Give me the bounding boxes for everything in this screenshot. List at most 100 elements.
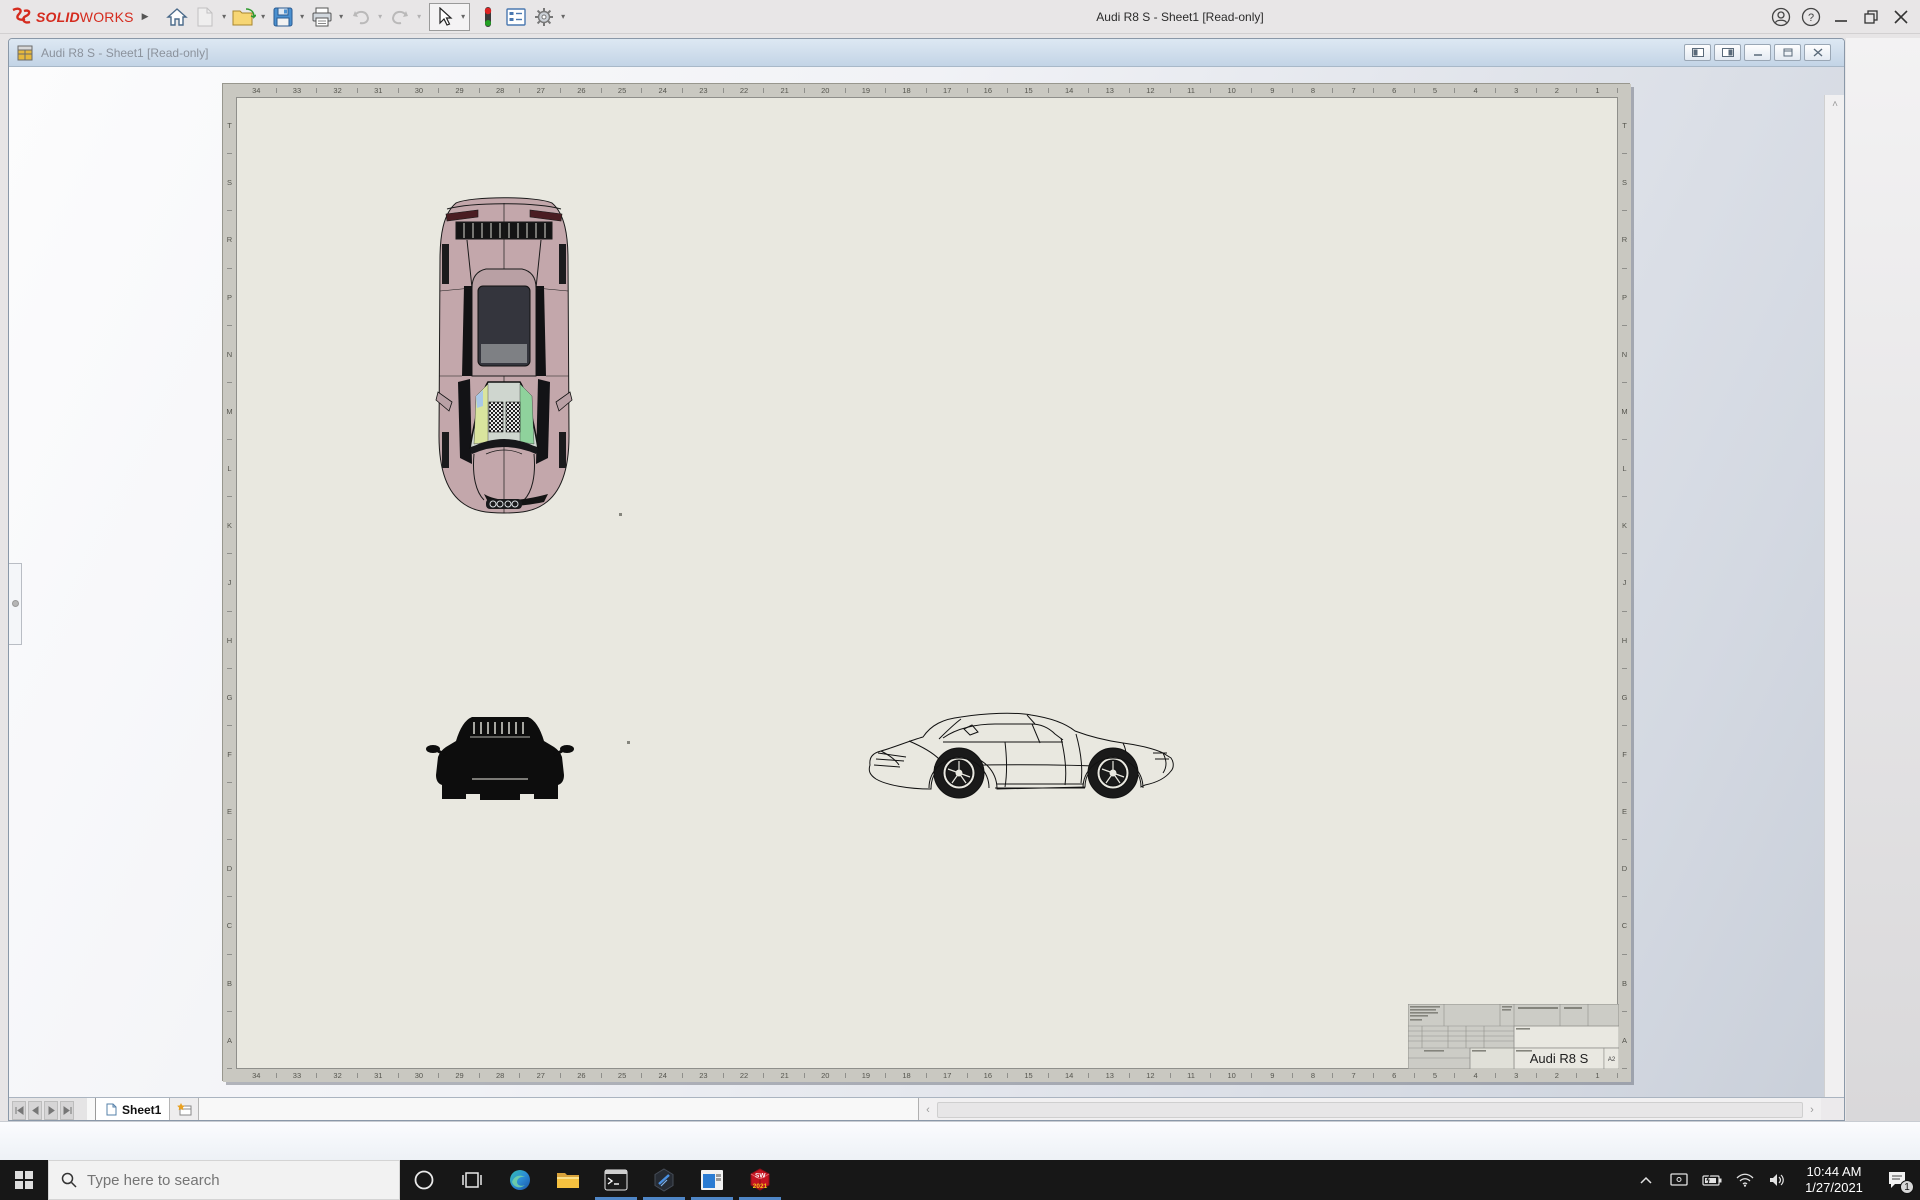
- doc-minimize-button[interactable]: [1744, 44, 1771, 61]
- zone-label: 21: [764, 1069, 805, 1082]
- tab-sheet1[interactable]: Sheet1: [95, 1098, 173, 1120]
- edge-browser-icon[interactable]: [496, 1160, 544, 1200]
- drawing-viewport[interactable]: 34 33 32 31 30 29 28 27 26 25 24 23 22 21 20 19 18 17 16 15…: [9, 67, 1844, 1120]
- drawing-sheet[interactable]: 34 33 32 31 30 29 28 27 26 25 24 23 22 21 20 19 18 17 16 15…: [222, 83, 1631, 1082]
- open-button[interactable]: [230, 2, 258, 32]
- solidworks-taskbar-icon[interactable]: SW 2021: [736, 1160, 784, 1200]
- zone-label: K: [223, 497, 236, 555]
- zone-label: 17: [926, 1069, 968, 1082]
- task-view-icon[interactable]: [448, 1160, 496, 1200]
- clock-date: 1/27/2021: [1805, 1180, 1863, 1195]
- brand-text: SOLIDWORKS: [36, 8, 134, 25]
- new-document-button[interactable]: [191, 2, 219, 32]
- scroll-up-arrow[interactable]: ˄: [1825, 99, 1844, 110]
- zone-corner: [1618, 84, 1631, 97]
- options-gear-button[interactable]: [530, 2, 558, 32]
- sheet-page-icon: [106, 1103, 117, 1116]
- new-document-dropdown[interactable]: ▾: [219, 2, 230, 32]
- tab-sheet1-label: Sheet1: [122, 1102, 162, 1117]
- doc-restore-button[interactable]: [1774, 44, 1801, 61]
- zone-label: 1: [1577, 1069, 1618, 1082]
- title-block[interactable]: Audi R8 S A2: [1408, 1004, 1619, 1069]
- doc-close-button[interactable]: [1804, 44, 1831, 61]
- redo-button[interactable]: [386, 2, 414, 32]
- open-dropdown[interactable]: ▾: [258, 2, 269, 32]
- drawing-view-side[interactable]: [864, 707, 1186, 801]
- drawing-view-front[interactable]: [426, 709, 574, 801]
- close-button[interactable]: [1886, 0, 1916, 34]
- sheet-nav-last[interactable]: [60, 1101, 74, 1120]
- traffic-light-icon-button[interactable]: [474, 2, 502, 32]
- taskbar-clock[interactable]: 10:44 AM 1/27/2021: [1794, 1164, 1874, 1196]
- zone-label: 8: [1292, 84, 1334, 97]
- vertical-scrollbar[interactable]: ˄ ˅: [1824, 95, 1844, 1120]
- add-sheet-tab[interactable]: [169, 1098, 199, 1120]
- home-button[interactable]: [163, 2, 191, 32]
- select-arrow-button[interactable]: [430, 2, 458, 32]
- zone-label: 11: [1170, 84, 1212, 97]
- toolbar-expand-arrow[interactable]: ▶: [142, 11, 149, 22]
- title-block-sheet-size: A2: [1608, 1057, 1616, 1063]
- command-prompt-icon[interactable]: [592, 1160, 640, 1200]
- zone-label: 6: [1373, 1069, 1415, 1082]
- sheet-nav-next[interactable]: [44, 1101, 58, 1120]
- panel-expand-knob[interactable]: [12, 600, 19, 607]
- zone-label: 24: [642, 84, 684, 97]
- status-bar: [0, 1121, 1920, 1160]
- restore-button[interactable]: [1856, 0, 1886, 34]
- notification-badge: 1: [1900, 1180, 1914, 1194]
- action-center-icon[interactable]: 1: [1874, 1160, 1920, 1200]
- battery-icon[interactable]: [1695, 1160, 1728, 1200]
- zone-label: 10: [1211, 84, 1253, 97]
- collapse-left-pane-button[interactable]: [1684, 44, 1711, 61]
- tray-chevron-icon[interactable]: [1629, 1160, 1662, 1200]
- zone-label: 11: [1170, 1069, 1212, 1082]
- zone-label: 16: [967, 1069, 1009, 1082]
- undo-dropdown[interactable]: ▾: [375, 2, 386, 32]
- collapse-right-pane-button[interactable]: [1714, 44, 1741, 61]
- zone-label: 7: [1333, 1069, 1374, 1082]
- drawing-view-top[interactable]: [423, 196, 585, 514]
- blue-window-app-icon[interactable]: [688, 1160, 736, 1200]
- undo-button[interactable]: [347, 2, 375, 32]
- redo-dropdown[interactable]: ▾: [414, 2, 425, 32]
- horizontal-scroll-thumb[interactable]: [937, 1102, 1803, 1118]
- zone-label: 28: [479, 1069, 521, 1082]
- print-dropdown[interactable]: ▾: [336, 2, 347, 32]
- file-explorer-icon[interactable]: [544, 1160, 592, 1200]
- zone-label: J: [1618, 554, 1631, 612]
- zone-label: 18: [886, 84, 927, 97]
- zone-label: F: [223, 725, 236, 784]
- scroll-left-arrow[interactable]: ‹: [919, 1104, 937, 1116]
- cast-screen-icon[interactable]: [1662, 1160, 1695, 1200]
- zone-label: 8: [1292, 1069, 1334, 1082]
- zone-label: L: [223, 440, 236, 498]
- help-icon[interactable]: ?: [1796, 0, 1826, 34]
- zone-label: 4: [1455, 1069, 1496, 1082]
- scroll-right-arrow[interactable]: ›: [1803, 1104, 1821, 1116]
- zone-strip-left: TSRPNMLKJHGFEDCBA: [223, 97, 236, 1069]
- zone-label: 20: [804, 1069, 846, 1082]
- zone-label: 9: [1252, 1069, 1293, 1082]
- print-button[interactable]: [308, 2, 336, 32]
- view-origin-marker: [619, 513, 622, 516]
- save-button[interactable]: [269, 2, 297, 32]
- options-dropdown[interactable]: ▾: [558, 2, 569, 32]
- cortana-icon[interactable]: [400, 1160, 448, 1200]
- wifi-icon[interactable]: [1728, 1160, 1761, 1200]
- hexagon-app-icon[interactable]: [640, 1160, 688, 1200]
- minimize-button[interactable]: [1826, 0, 1856, 34]
- start-button[interactable]: [0, 1160, 48, 1200]
- taskbar-search[interactable]: [48, 1160, 400, 1200]
- sheet-nav-prev[interactable]: [28, 1101, 42, 1120]
- search-input[interactable]: [87, 1171, 367, 1189]
- search-icon: [61, 1172, 77, 1188]
- account-icon[interactable]: [1766, 0, 1796, 34]
- volume-icon[interactable]: [1761, 1160, 1794, 1200]
- select-dropdown[interactable]: ▾: [458, 2, 469, 32]
- horizontal-scrollbar[interactable]: ‹ ›: [919, 1098, 1821, 1120]
- save-dropdown[interactable]: ▾: [297, 2, 308, 32]
- feature-tree-collapsed-tab[interactable]: [9, 563, 22, 645]
- sheet-nav-first[interactable]: [12, 1101, 26, 1120]
- display-pane-button[interactable]: [502, 2, 530, 32]
